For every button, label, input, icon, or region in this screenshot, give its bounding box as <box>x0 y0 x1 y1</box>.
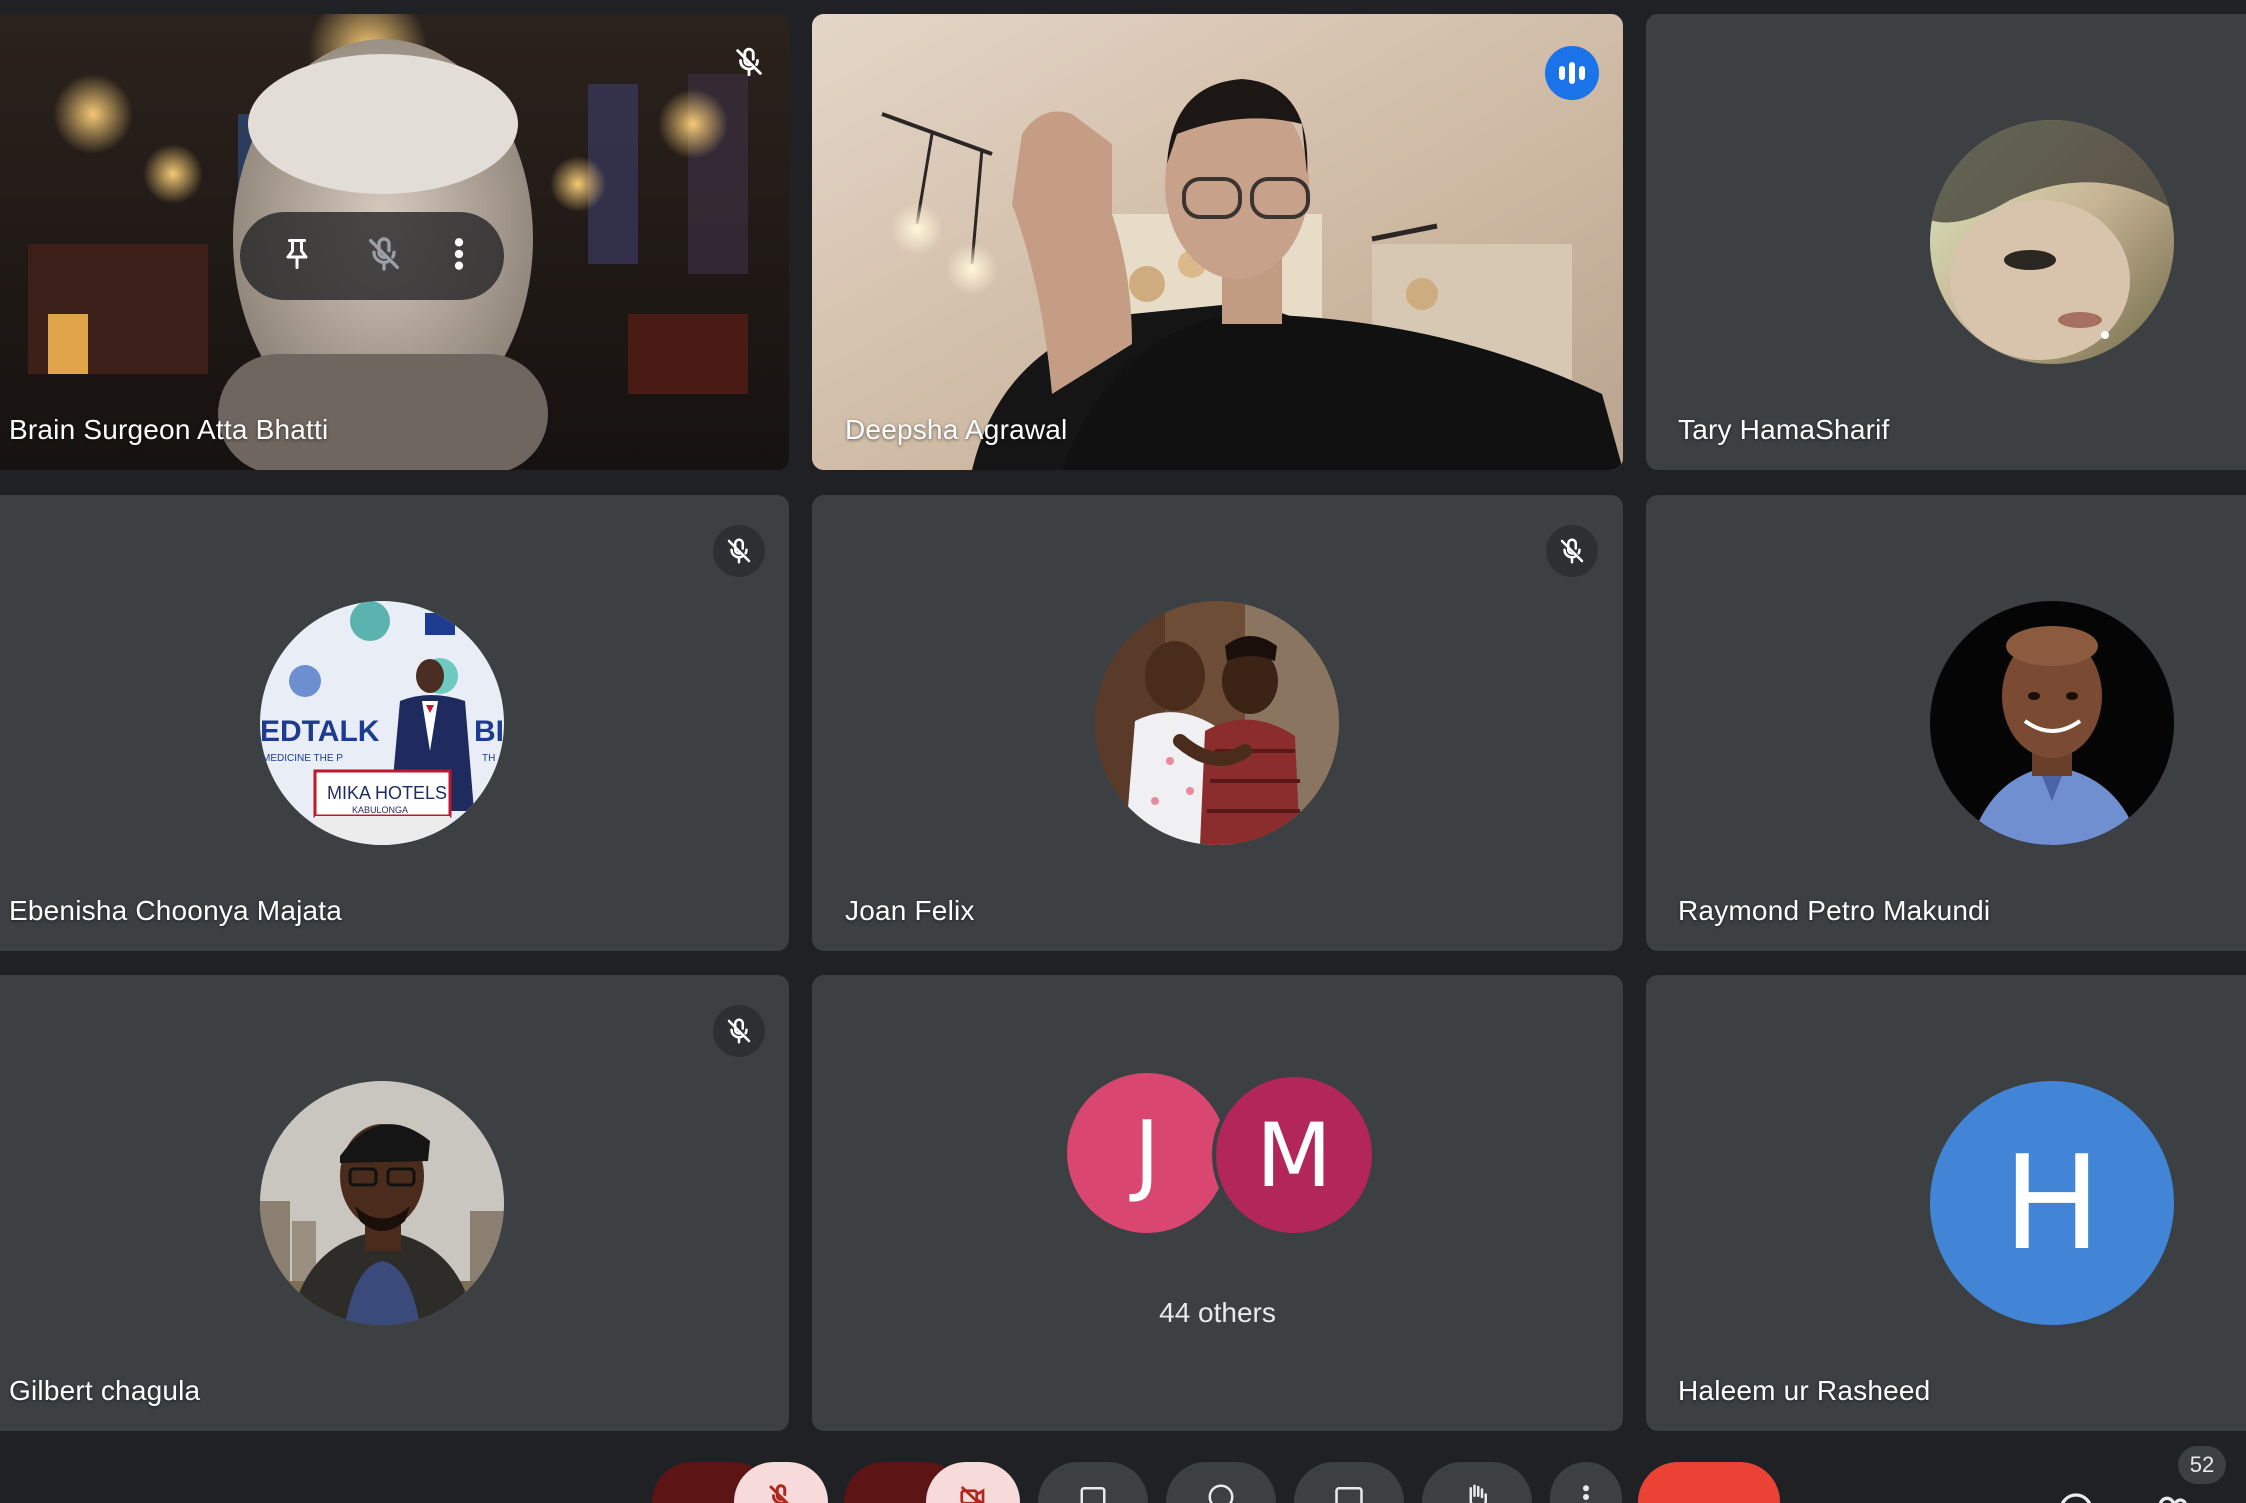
participant-name: Ebenisha Choonya Majata <box>9 895 343 926</box>
participant-name: Gilbert chagula <box>9 1375 201 1406</box>
mic-off-indicator <box>713 1005 765 1057</box>
mic-off-indicator <box>723 36 775 88</box>
mic-off-icon <box>1560 538 1584 564</box>
avatar-photo-art <box>1930 120 2174 364</box>
captions-button[interactable] <box>1038 1462 1148 1503</box>
participant-name: Brain Surgeon Atta Bhatti <box>9 414 329 445</box>
meeting-toolbar <box>0 1460 2246 1503</box>
people-icon <box>2158 1496 2187 1503</box>
mic-off-icon <box>727 1018 751 1044</box>
participant-tile-haleem-ur-rasheed[interactable]: H Haleem ur Rasheed <box>1646 975 2246 1431</box>
present-screen-button[interactable] <box>1294 1462 1404 1503</box>
participant-tile-tary-hamasharif[interactable]: Tary HamaSharif <box>1646 14 2246 470</box>
info-button[interactable] <box>2056 1490 2096 1503</box>
speaking-indicator <box>1545 46 1599 100</box>
captions-icon <box>1080 1487 1106 1503</box>
avatar-photo-art <box>1930 601 2174 845</box>
raise-hand-button[interactable] <box>1422 1462 1532 1503</box>
participant-tile-atta-bhatti[interactable]: Brain Surgeon Atta Bhatti <box>0 14 789 470</box>
avatar-photo-art: EDTALK BI MEDICINE THE P TH MIKA HOTELS … <box>260 601 504 845</box>
pin-icon <box>286 238 308 269</box>
participant-avatar <box>260 1081 504 1325</box>
mic-off-icon <box>736 47 762 77</box>
participant-tile-deepsha-agrawal[interactable]: Deepsha Agrawal <box>812 14 1623 470</box>
participant-tile-raymond-petro-makundi[interactable]: Raymond Petro Makundi <box>1646 495 2246 951</box>
avatar-photo-art <box>260 1081 504 1325</box>
leave-call-button[interactable] <box>1638 1462 1780 1503</box>
tile-hover-controls <box>240 212 504 300</box>
pin-button[interactable] <box>279 234 315 279</box>
more-vert-icon <box>455 237 464 270</box>
mic-off-icon <box>769 1484 790 1503</box>
svg-text:BI: BI <box>474 715 504 748</box>
more-options-button[interactable] <box>453 234 465 279</box>
participant-name: Deepsha Agrawal <box>845 414 1068 445</box>
mic-off-icon <box>727 538 751 564</box>
people-button[interactable] <box>2150 1490 2194 1503</box>
others-tile[interactable]: J M 44 others <box>812 975 1623 1431</box>
participant-tile-ebenisha-choonya-majata[interactable]: EDTALK BI MEDICINE THE P TH MIKA HOTELS … <box>0 495 789 951</box>
svg-text:MIKA HOTELS: MIKA HOTELS <box>327 783 447 803</box>
others-avatar-m: M <box>1212 1073 1376 1237</box>
present-screen-icon <box>1335 1487 1363 1503</box>
participant-name: Tary HamaSharif <box>1678 414 1890 445</box>
mic-off-icon <box>368 236 399 271</box>
participant-avatar <box>1930 120 2174 364</box>
participant-tile-joan-felix[interactable]: Joan Felix <box>812 495 1623 951</box>
videocam-off-icon <box>960 1485 985 1503</box>
participant-name: Joan Felix <box>845 895 975 926</box>
participant-avatar: EDTALK BI MEDICINE THE P TH MIKA HOTELS … <box>260 601 504 845</box>
avatar-photo-art <box>1095 601 1339 845</box>
participant-video <box>812 14 1623 470</box>
participant-count-badge: 52 <box>2178 1446 2226 1484</box>
emoji-icon <box>1208 1484 1234 1503</box>
more-options-button[interactable] <box>1550 1462 1622 1503</box>
participant-name: Haleem ur Rasheed <box>1678 1375 1931 1406</box>
participant-avatar-letter: H <box>1930 1081 2174 1325</box>
mic-off-indicator <box>1546 525 1598 577</box>
others-count-label: 44 others <box>1159 1297 1276 1328</box>
info-icon <box>2060 1493 2092 1503</box>
participant-avatar <box>1930 601 2174 845</box>
participant-name: Raymond Petro Makundi <box>1678 895 1991 926</box>
svg-text:EDTALK: EDTALK <box>260 715 380 748</box>
others-avatar-j: J <box>1067 1073 1227 1233</box>
participant-tile-gilbert-chagula[interactable]: Gilbert chagula <box>0 975 789 1431</box>
more-vert-icon <box>1583 1485 1589 1503</box>
svg-text:TH: TH <box>482 753 495 764</box>
mic-off-indicator <box>713 525 765 577</box>
svg-text:KABULONGA: KABULONGA <box>352 805 408 815</box>
reactions-button[interactable] <box>1166 1462 1276 1503</box>
hand-icon <box>1469 1484 1487 1503</box>
participant-avatar <box>1095 601 1339 845</box>
svg-text:MEDICINE THE P: MEDICINE THE P <box>262 753 343 764</box>
mute-participant-button[interactable] <box>364 234 404 279</box>
